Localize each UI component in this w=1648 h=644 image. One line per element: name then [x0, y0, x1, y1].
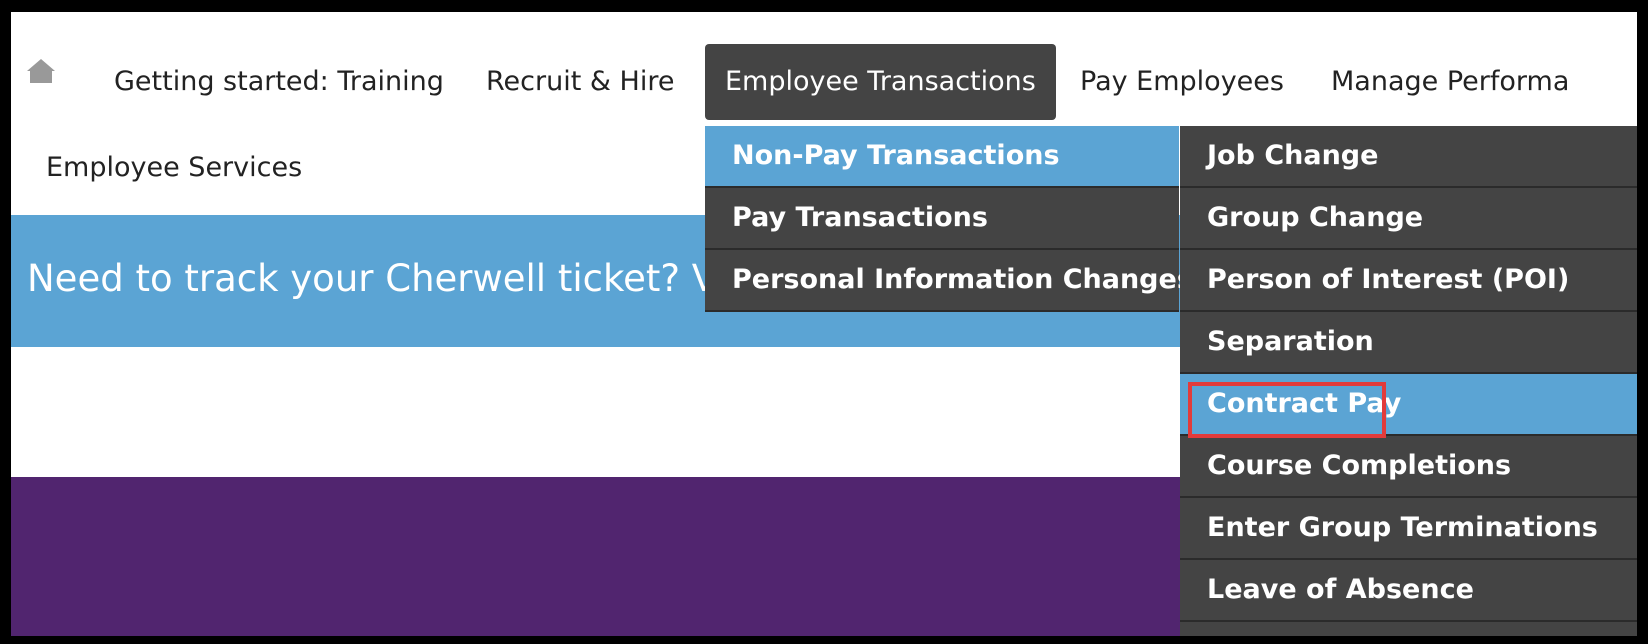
- menu-item-course-completions[interactable]: Course Completions: [1180, 436, 1637, 498]
- nav-item-getting-started[interactable]: Getting started: Training: [114, 44, 444, 120]
- nav-item-pay-employees[interactable]: Pay Employees: [1080, 44, 1284, 120]
- submenu-transactions: Non-Pay Transactions Pay Transactions Pe…: [705, 126, 1193, 312]
- submenu-non-pay: Job Change Group Change Person of Intere…: [1180, 126, 1637, 636]
- menu-item-enter-group-terminations[interactable]: Enter Group Terminations: [1180, 498, 1637, 560]
- menu-item-separation[interactable]: Separation: [1180, 312, 1637, 374]
- menu-item-personal-information-changes[interactable]: Personal Information Changes: [705, 250, 1193, 312]
- banner-text[interactable]: Need to track your Cherwell ticket? Visi…: [27, 257, 771, 300]
- top-navigation: Getting started: Training Recruit & Hire…: [11, 12, 1637, 120]
- menu-item-contract-pay[interactable]: Contract Pay: [1180, 374, 1637, 438]
- menu-item-person-of-interest[interactable]: Person of Interest (POI): [1180, 250, 1637, 312]
- menu-item-pay-transactions[interactable]: Pay Transactions: [705, 188, 1179, 250]
- home-icon[interactable]: [26, 58, 56, 84]
- app-frame: Getting started: Training Recruit & Hire…: [11, 12, 1637, 636]
- menu-item-leave-of-absence[interactable]: Leave of Absence: [1180, 560, 1637, 622]
- nav-item-employee-transactions[interactable]: Employee Transactions: [705, 44, 1056, 120]
- menu-item-group-change[interactable]: Group Change: [1180, 188, 1637, 250]
- nav-item-manage-performance[interactable]: Manage Performa: [1331, 44, 1569, 120]
- menu-item-non-pay-transactions[interactable]: Non-Pay Transactions: [705, 126, 1179, 188]
- menu-item-job-change[interactable]: Job Change: [1180, 126, 1637, 188]
- menu-item-contract-pay-label: Contract Pay: [1207, 388, 1402, 419]
- nav-item-recruit-hire[interactable]: Recruit & Hire: [486, 44, 674, 120]
- nav-item-employee-services[interactable]: Employee Services: [46, 152, 302, 183]
